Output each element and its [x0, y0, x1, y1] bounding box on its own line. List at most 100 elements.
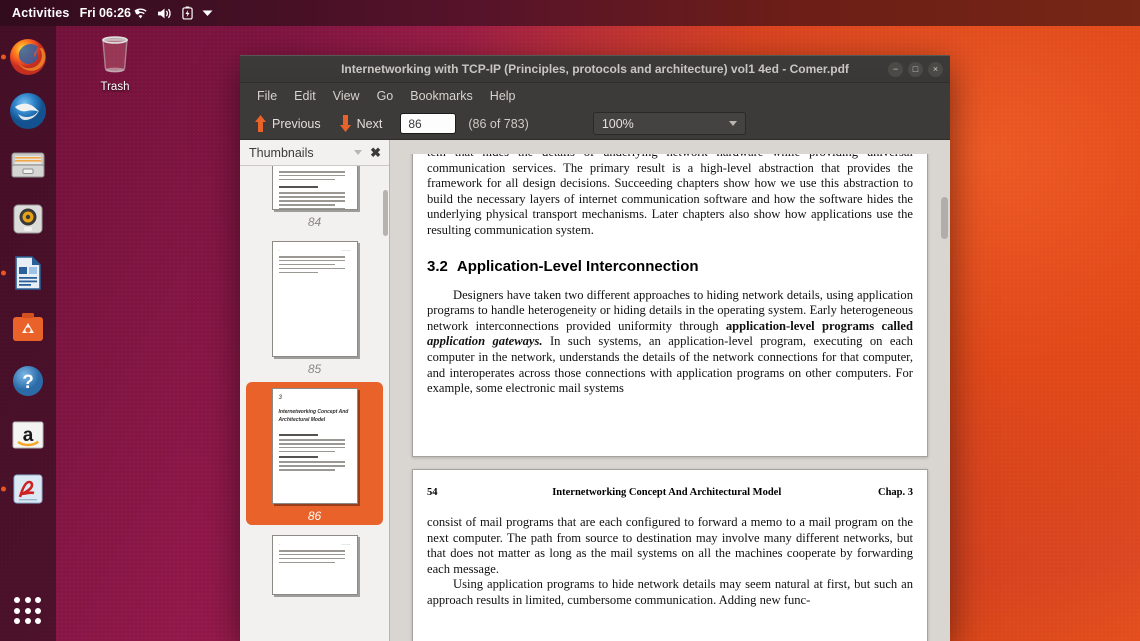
menu-bookmarks[interactable]: Bookmarks: [402, 86, 481, 106]
toolbar: Previous Next 86 (86 of 783) 100%: [240, 108, 950, 140]
clock[interactable]: Fri 06:26 ●: [80, 6, 141, 20]
dock-item-ubuntu-software[interactable]: [6, 305, 50, 349]
grid-dot: [24, 618, 31, 625]
wifi-icon[interactable]: [133, 7, 148, 20]
dock-item-thunderbird[interactable]: [6, 89, 50, 133]
preview-line: [278, 192, 345, 195]
thumbnail-item[interactable]: ............: [246, 529, 383, 597]
dock-item-amazon[interactable]: a: [6, 413, 50, 457]
desktop-icon-trash[interactable]: Trash: [84, 32, 146, 93]
zoom-level-value: 100%: [601, 116, 634, 131]
preview-line: [278, 442, 345, 445]
dock-item-files[interactable]: [6, 143, 50, 187]
grid-dot: [14, 618, 20, 625]
preview-chapter-number: 3: [278, 395, 282, 401]
document-page-current: tem that hides the details of underlying…: [412, 140, 928, 457]
preview-line: [278, 271, 319, 274]
clock-text: Fri 06:26: [79, 6, 132, 20]
paragraph-bold-italic: application gateways.: [427, 334, 543, 349]
preview-line: [278, 557, 345, 560]
page-paragraph: consist of mail programs that are each c…: [427, 515, 913, 609]
menu-edit[interactable]: Edit: [286, 86, 324, 106]
preview-line: [278, 196, 345, 198]
next-page-button[interactable]: Next: [333, 112, 389, 135]
preview-line: [278, 446, 345, 449]
preview-line: [278, 434, 319, 437]
preview-line: [278, 186, 319, 189]
section-title: Application-Level Interconnection: [456, 257, 699, 275]
volume-icon[interactable]: [157, 7, 173, 20]
menu-view[interactable]: View: [325, 86, 368, 106]
thumbnails-sidebar: Thumbnails ✖ 84 .. .......... 85 3 Inter…: [240, 140, 390, 641]
sidebar-close-button[interactable]: ✖: [368, 145, 383, 161]
preview-line: [278, 174, 345, 177]
maximize-button[interactable]: □: [908, 61, 923, 77]
thumbnail-preview: 3 Internetworking Concept And Architectu…: [271, 388, 358, 504]
grid-dot: [24, 607, 31, 614]
system-menu-caret-icon[interactable]: [202, 9, 213, 17]
running-indicator: [1, 270, 6, 276]
sidebar-mode-chevron-down-icon[interactable]: [354, 150, 363, 155]
dock-item-atril-document-viewer[interactable]: [1, 467, 50, 511]
sidebar-header: Thumbnails ✖: [240, 140, 389, 166]
thumbnail-item[interactable]: ............ 85: [246, 235, 383, 378]
page-count-label: (86 of 783): [468, 116, 529, 131]
grid-dot: [24, 597, 31, 603]
sidebar-scrollbar-thumb[interactable]: [383, 190, 388, 236]
arrow-down-icon: [339, 115, 351, 132]
section-heading: 3.2 Application-Level Interconnection: [427, 258, 913, 275]
trash-label: Trash: [100, 81, 130, 93]
minimize-button[interactable]: −: [888, 61, 903, 77]
thumbnail-list[interactable]: 84 ............ 85 3 Internetworking Con…: [240, 166, 389, 641]
previous-page-button[interactable]: Previous: [248, 112, 327, 135]
show-applications-button[interactable]: [6, 589, 50, 633]
preview-line: [278, 267, 345, 270]
preview-line: [278, 200, 345, 202]
dock-item-help[interactable]: ?: [6, 359, 50, 403]
activities-button[interactable]: Activities: [0, 6, 80, 20]
previous-page-label: Previous: [272, 116, 321, 131]
preview-line: [278, 561, 335, 564]
running-indicator: [1, 54, 6, 60]
menu-go[interactable]: Go: [369, 86, 402, 106]
arrow-up-icon: [255, 115, 266, 132]
dock-item-libreoffice-writer[interactable]: [1, 251, 50, 295]
close-button[interactable]: ×: [928, 61, 943, 77]
grid-dot: [35, 607, 42, 614]
preview-running-head: ............: [278, 248, 351, 252]
preview-line: [278, 208, 345, 209]
menu-bar: File Edit View Go Bookmarks Help: [240, 83, 950, 108]
document-scrollbar-thumb[interactable]: [941, 197, 948, 239]
section-number: 3.2: [427, 257, 448, 275]
menu-help[interactable]: Help: [482, 86, 524, 106]
running-indicator: [1, 486, 6, 492]
window-titlebar[interactable]: Internetworking with TCP-IP (Principles,…: [240, 56, 950, 83]
preview-line: [278, 263, 335, 266]
launcher-dock: ? a: [0, 26, 56, 641]
paragraph-body: Using application programs to hide netwo…: [427, 577, 913, 607]
next-page-label: Next: [356, 116, 383, 131]
system-tray[interactable]: [133, 6, 213, 20]
dock-item-firefox[interactable]: [1, 35, 50, 79]
page-paragraph: tem that hides the details of underlying…: [427, 145, 913, 237]
page-number-input[interactable]: 86: [400, 113, 457, 134]
preview-line: [278, 469, 335, 471]
paragraph-body: Designers have taken two different appro…: [427, 288, 913, 397]
dock-item-rhythmbox[interactable]: [6, 197, 50, 241]
application-window: Internetworking with TCP-IP (Principles,…: [240, 55, 950, 641]
thumbnail-item[interactable]: 84: [246, 166, 383, 231]
document-view[interactable]: tem that hides the details of underlying…: [390, 140, 950, 641]
document-page-next: 54 Internetworking Concept And Architect…: [412, 469, 928, 641]
grid-dot: [35, 597, 42, 603]
preview-line: [278, 171, 345, 173]
thumbnail-item-selected[interactable]: 3 Internetworking Concept And Architectu…: [246, 382, 383, 525]
document-top-clip: [404, 140, 936, 154]
zoom-level-select[interactable]: 100%: [592, 112, 746, 135]
battery-icon[interactable]: [181, 6, 193, 20]
paragraph-bold: application-level programs called: [725, 318, 913, 333]
page-paragraph: Designers have taken two different appro…: [427, 288, 913, 397]
menu-file[interactable]: File: [249, 86, 285, 106]
chevron-down-icon: [728, 121, 737, 126]
grid-dot: [35, 618, 42, 625]
thumbnail-preview: ............: [271, 535, 358, 595]
